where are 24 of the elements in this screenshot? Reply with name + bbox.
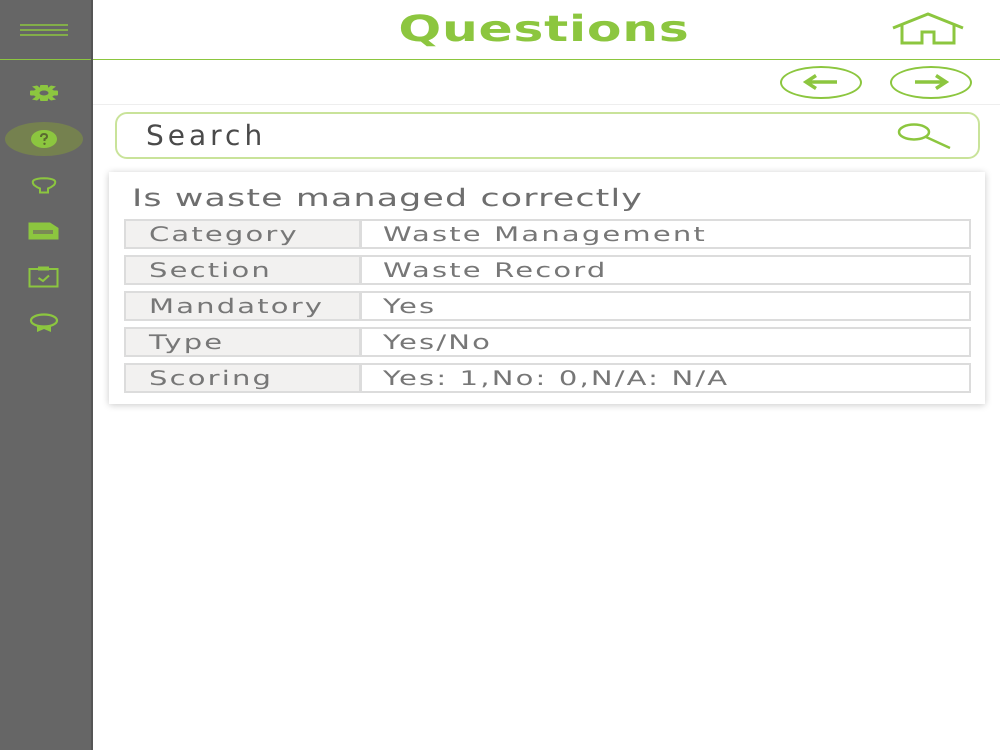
arrow-left-icon	[803, 74, 839, 90]
arrow-right-icon	[913, 74, 949, 90]
field-value: Waste Management	[361, 219, 971, 249]
document-icon	[28, 222, 59, 240]
menu-button[interactable]	[20, 24, 68, 36]
field-value: Waste Record	[361, 255, 971, 285]
clipboard-check-icon	[28, 266, 59, 288]
home-button[interactable]	[890, 12, 966, 45]
search-field[interactable]: Search	[115, 112, 980, 159]
help-icon	[30, 130, 56, 148]
question-title: Is waste managed correctly	[132, 183, 644, 213]
field-label: Section	[124, 255, 361, 285]
field-value: Yes	[361, 291, 971, 321]
field-label: Category	[124, 219, 361, 249]
search-icon	[896, 123, 952, 149]
home-icon	[890, 12, 966, 45]
field-label: Type	[124, 327, 361, 357]
field-value: Yes: 1,No: 0,N/A: N/A	[361, 363, 971, 393]
field-label: Scoring	[124, 363, 361, 393]
award-icon	[28, 313, 58, 333]
field-value: Yes/No	[361, 327, 971, 357]
page-title: Questions	[398, 9, 690, 50]
field-label: Mandatory	[124, 291, 361, 321]
menu-icon	[20, 24, 68, 36]
